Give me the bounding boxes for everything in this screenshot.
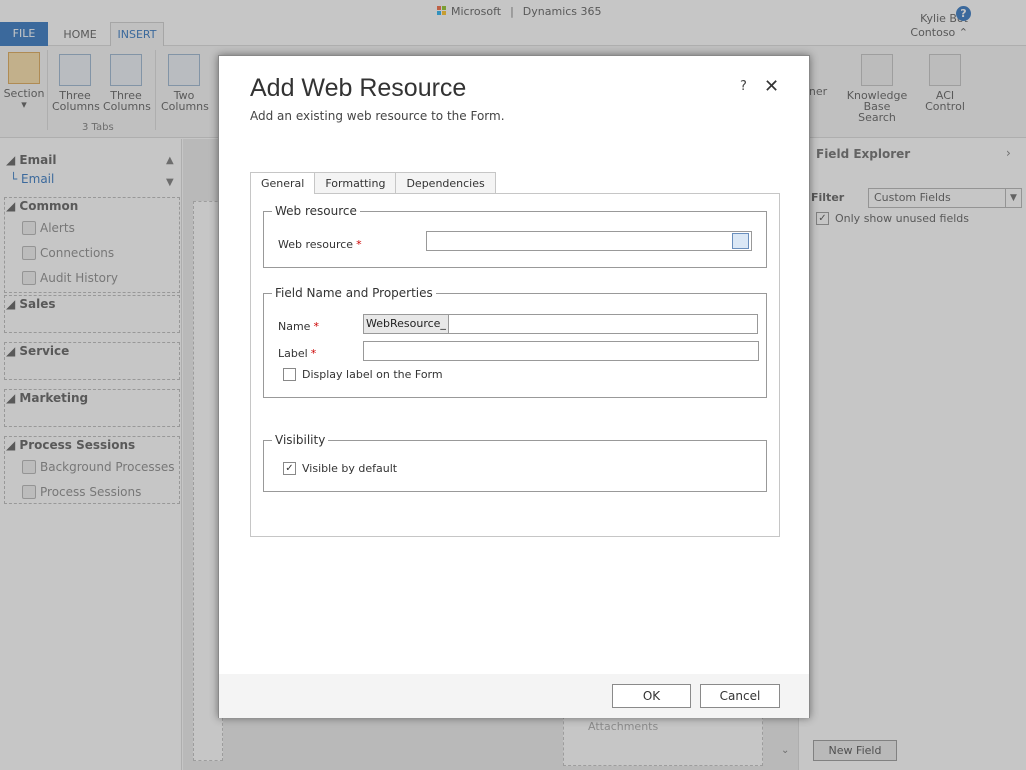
name-field[interactable]: WebResource_ [363,314,758,334]
name-prefix: WebResource_ [364,315,449,333]
display-label-row[interactable]: Display label on the Form [283,368,443,381]
dialog-subtitle: Add an existing web resource to the Form… [250,109,505,123]
field-properties-legend: Field Name and Properties [275,286,433,300]
dialog-footer: OK Cancel [219,674,809,718]
help-icon[interactable]: ? [740,79,747,94]
web-resource-legend: Web resource [275,204,357,218]
visible-by-default-text: Visible by default [302,462,398,475]
tab-general[interactable]: General [250,172,316,194]
web-resource-lookup-field[interactable] [426,231,752,251]
ok-button[interactable]: OK [612,684,691,708]
display-label-text: Display label on the Form [302,368,443,381]
web-resource-label: Web resource * [278,238,362,251]
visibility-legend: Visibility [275,433,326,447]
cancel-button[interactable]: Cancel [700,684,780,708]
close-icon[interactable]: ✕ [764,76,779,97]
dialog-tabs: General Formatting Dependencies [250,172,496,194]
display-label-checkbox[interactable] [283,368,296,381]
visible-by-default-checkbox[interactable]: ✓ [283,462,296,475]
add-web-resource-dialog: Add Web Resource Add an existing web res… [218,55,810,718]
lookup-icon[interactable] [732,233,749,249]
label-label: Label * [278,347,317,360]
label-field[interactable] [363,341,759,361]
name-label: Name * [278,320,319,333]
general-tab-panel: Web resource Web resource * Field Name an… [250,193,780,537]
tab-formatting[interactable]: Formatting [314,172,397,193]
tab-dependencies[interactable]: Dependencies [395,172,496,193]
dialog-title: Add Web Resource [250,74,467,102]
visible-by-default-row[interactable]: ✓ Visible by default [283,462,397,475]
